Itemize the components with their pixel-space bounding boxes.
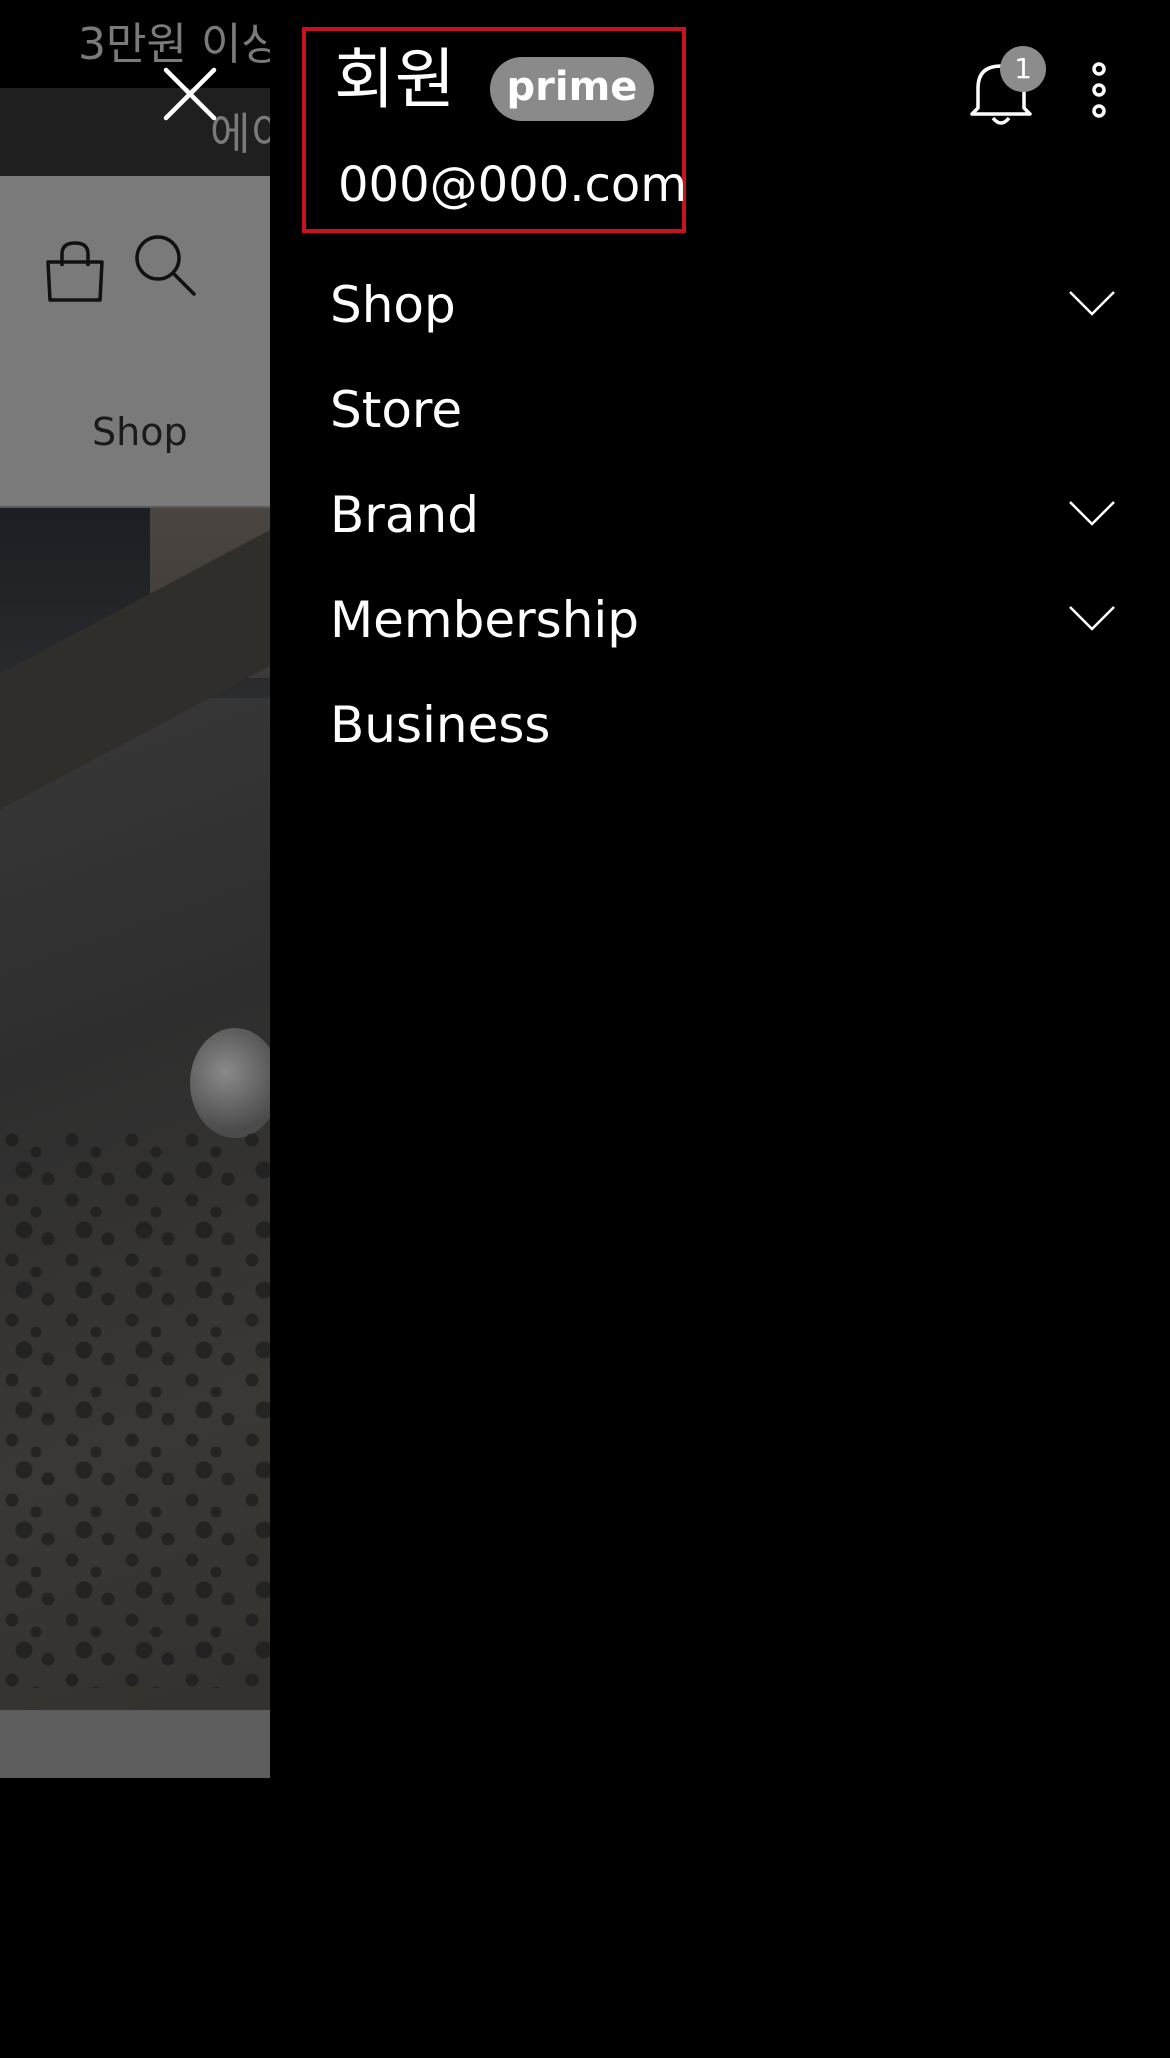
promo-text: 3만원 이상 bbox=[78, 19, 282, 70]
background-nav-shop[interactable]: Shop bbox=[92, 410, 188, 454]
side-drawer: 회원 prime 000@000.com 1 Shop Store Brand … bbox=[270, 0, 1170, 2058]
menu-item-label: Membership bbox=[330, 591, 640, 649]
notification-count-badge: 1 bbox=[1000, 46, 1046, 92]
more-vertical-icon bbox=[1092, 62, 1106, 118]
menu-item-shop[interactable]: Shop bbox=[270, 258, 1170, 363]
member-profile[interactable]: 회원 prime 000@000.com bbox=[302, 27, 688, 233]
menu-item-label: Shop bbox=[330, 276, 456, 334]
menu-item-label: Business bbox=[330, 696, 551, 754]
close-button[interactable] bbox=[162, 66, 218, 122]
chevron-down-icon[interactable] bbox=[1068, 605, 1116, 631]
menu-item-membership[interactable]: Membership bbox=[270, 573, 1170, 678]
menu-item-label: Brand bbox=[330, 486, 479, 544]
membership-badge: prime bbox=[490, 57, 654, 121]
chevron-down-icon[interactable] bbox=[1068, 290, 1116, 316]
menu-item-business[interactable]: Business bbox=[270, 678, 1170, 783]
member-email: 000@000.com bbox=[338, 157, 688, 213]
shopping-bag-icon[interactable] bbox=[44, 240, 106, 308]
menu-item-store[interactable]: Store bbox=[270, 363, 1170, 468]
close-icon bbox=[163, 67, 217, 121]
menu-item-brand[interactable]: Brand bbox=[270, 468, 1170, 573]
drawer-menu: Shop Store Brand Membership Business bbox=[270, 258, 1170, 783]
search-icon[interactable] bbox=[132, 232, 198, 302]
menu-item-label: Store bbox=[330, 381, 463, 439]
member-name: 회원 bbox=[334, 41, 456, 118]
chevron-down-icon[interactable] bbox=[1068, 500, 1116, 526]
screen: 3만원 이상 에이 Shop 회원 prime 000@000.com 1 Sh… bbox=[0, 0, 1170, 2058]
more-options-button[interactable] bbox=[1084, 62, 1114, 118]
